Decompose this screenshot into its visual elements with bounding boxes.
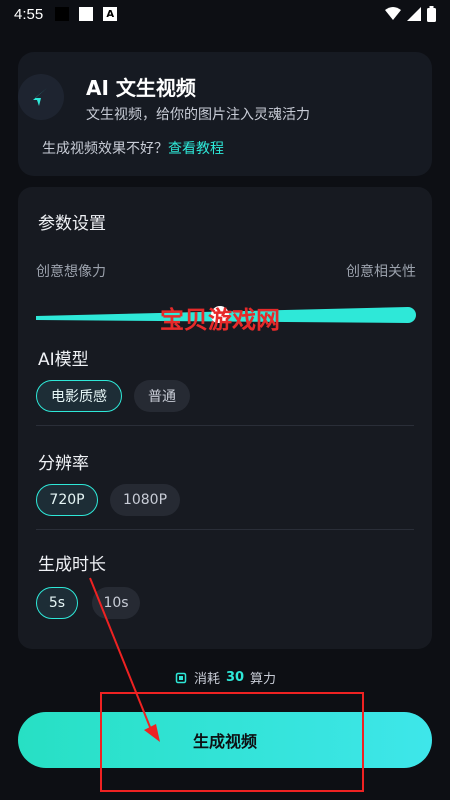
tutorial-link[interactable]: 查看教程: [168, 141, 224, 157]
battery-icon: [427, 6, 436, 22]
model-option-cinematic[interactable]: 电影质感: [36, 380, 122, 412]
slider-thumb[interactable]: [211, 306, 229, 323]
status-bar: 4:55 A: [0, 0, 450, 28]
cost-suffix: 算力: [250, 672, 277, 687]
cost-indicator: 消耗 30 算力: [0, 668, 450, 687]
page-subtitle: 文生视频，给你的图片注入灵魂活力: [86, 107, 310, 123]
resolution-title: 分辨率: [38, 454, 89, 474]
app-logo: [18, 74, 64, 120]
tip-text: 生成视频效果不好？: [42, 141, 168, 157]
cost-prefix: 消耗: [193, 672, 220, 687]
divider: [36, 425, 414, 426]
creativity-slider[interactable]: [36, 303, 416, 323]
params-title: 参数设置: [38, 214, 106, 234]
model-option-normal[interactable]: 普通: [134, 380, 190, 412]
slider-right-label: 创意相关性: [346, 264, 416, 280]
wifi-icon: [385, 7, 401, 20]
accessibility-icon: A: [103, 7, 118, 21]
params-card: 参数设置 创意想像力 创意相关性 AI模型 电影质感 普通 分辨率 720P 1…: [18, 187, 432, 649]
resolution-option-1080p[interactable]: 1080P: [110, 484, 180, 516]
notification-icon: [79, 7, 94, 21]
logo-icon: [33, 88, 47, 106]
divider: [36, 529, 414, 530]
page-title: AI 文生视频: [86, 76, 196, 100]
duration-option-10s[interactable]: 10s: [92, 587, 140, 619]
tutorial-tip: 生成视频效果不好？查看教程: [42, 138, 224, 158]
duration-option-5s[interactable]: 5s: [36, 587, 78, 619]
notification-icon: [55, 7, 70, 21]
cost-amount: 30: [225, 670, 245, 685]
resolution-option-720p[interactable]: 720P: [36, 484, 98, 516]
signal-icon: [407, 7, 421, 21]
annotation-box: [100, 692, 364, 792]
duration-title: 生成时长: [38, 555, 106, 575]
chip-icon: [175, 672, 187, 683]
header-card: AI 文生视频 文生视频，给你的图片注入灵魂活力 生成视频效果不好？查看教程: [18, 52, 432, 176]
model-title: AI模型: [38, 350, 89, 370]
slider-left-label: 创意想像力: [36, 264, 106, 280]
slider-labels: 创意想像力 创意相关性: [36, 261, 416, 281]
status-time: 4:55: [14, 5, 44, 23]
